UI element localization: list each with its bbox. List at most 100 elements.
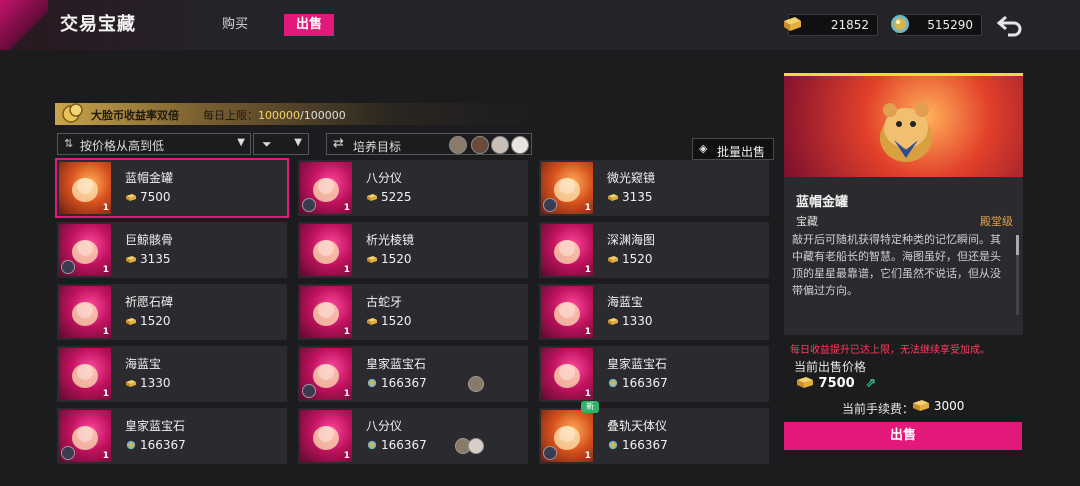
item-price: 1520: [366, 314, 412, 328]
item-quantity: 1: [584, 265, 591, 275]
filter-dropdown[interactable]: ⏷ ▼: [253, 133, 309, 155]
item-price: 5225: [366, 190, 412, 204]
item-source-icon: [61, 446, 75, 460]
back-arrow-icon: [996, 15, 1022, 37]
treasure-icon: [554, 240, 580, 264]
item-price-value: 166367: [381, 376, 427, 390]
gold-amount: 21852: [830, 18, 869, 32]
item-source-icon: [61, 260, 75, 274]
item-name: 皇家蓝宝石: [125, 419, 186, 433]
treasure-icon: [313, 240, 339, 264]
item-name: 叠轨天体仪: [607, 419, 668, 433]
item-card[interactable]: 1 皇家蓝宝石 166367: [539, 346, 769, 402]
item-card[interactable]: 1 海蓝宝 1330: [57, 346, 287, 402]
item-source-icon: [543, 198, 557, 212]
page-title: 交易宝藏: [60, 14, 136, 35]
item-name: 八分仪: [366, 419, 403, 433]
item-thumbnail: 1: [541, 162, 593, 214]
item-quantity: 1: [102, 265, 109, 275]
fee-value: 3000: [912, 398, 964, 413]
item-price: 3135: [125, 252, 171, 266]
filter-icon: ⏷: [262, 137, 272, 151]
fee-label: 当前手续费：: [842, 402, 915, 416]
item-quantity: 1: [343, 203, 350, 213]
item-thumbnail: 1: [59, 162, 111, 214]
item-price: 1520: [125, 314, 171, 328]
bonus-limit-max: 100000: [303, 109, 346, 122]
gold-bar-icon: [126, 256, 136, 263]
item-source-icon: [543, 446, 557, 460]
item-price: 3135: [607, 190, 653, 204]
detail-hero: [784, 73, 1023, 177]
detail-item-grade: 殿堂级: [980, 215, 1013, 228]
hamster-jar-icon: [880, 103, 932, 162]
item-name: 深渊海图: [607, 233, 656, 247]
item-quantity: 1: [584, 451, 591, 461]
item-name: 八分仪: [366, 171, 403, 185]
tab-sell[interactable]: 出售: [284, 14, 335, 36]
item-card[interactable]: 1 八分仪 166367: [298, 408, 528, 464]
item-card[interactable]: 1 微光窥镜 3135: [539, 160, 769, 216]
detail-item-name: 蓝帽金罐: [796, 195, 849, 210]
item-card[interactable]: 1 深渊海图 1520: [539, 222, 769, 278]
item-price: 166367: [607, 438, 668, 452]
top-bar: 交易宝藏 购买 出售 21852 515290: [0, 0, 1080, 50]
bonus-title: 大脸币收益率双倍: [91, 109, 179, 122]
item-card[interactable]: 1 析光棱镜 1520: [298, 222, 528, 278]
gold-bar-icon: [126, 318, 136, 325]
gold-bar-icon: [126, 380, 136, 387]
gold-bar-icon: [608, 318, 618, 325]
gold-bar-icon: [797, 377, 813, 388]
item-card[interactable]: 1 新叠轨天体仪 166367: [539, 401, 769, 464]
avatar[interactable]: [471, 136, 489, 154]
treasure-icon: [72, 364, 98, 388]
tab-buy[interactable]: 购买: [210, 14, 260, 36]
batch-sell-button[interactable]: ◈ 批量出售: [692, 138, 774, 160]
item-thumbnail: 1: [300, 410, 352, 462]
item-quantity: 1: [343, 451, 350, 461]
currency-gem: 515290: [891, 14, 982, 36]
sell-price-label: 当前出售价格: [794, 360, 867, 374]
item-name: 海蓝宝: [125, 357, 162, 371]
item-card[interactable]: 1 巨鲸骸骨 3135: [57, 222, 287, 278]
avatar[interactable]: [511, 136, 529, 154]
sort-icon: ⇅: [64, 137, 74, 150]
corner-accent: [0, 0, 48, 50]
bonus-limit-label: 每日上限：: [203, 109, 258, 122]
item-price-value: 5225: [381, 190, 412, 204]
gem-coin-icon: [126, 440, 136, 450]
item-card[interactable]: 1 蓝帽金罐 7500: [55, 158, 289, 218]
item-name: 皇家蓝宝石: [607, 357, 668, 371]
item-card[interactable]: 1 皇家蓝宝石 166367: [298, 346, 528, 402]
gem-coin-icon: [608, 378, 618, 388]
back-button[interactable]: [996, 12, 1024, 38]
item-card[interactable]: 1 古蛇牙 1520: [298, 284, 528, 340]
sort-dropdown[interactable]: ⇅ 按价格从高到低 ▼: [57, 133, 251, 155]
sell-button[interactable]: 出售: [784, 422, 1022, 450]
item-name: 海蓝宝: [607, 295, 644, 309]
description-scroll-thumb[interactable]: [1016, 235, 1019, 255]
training-target-selector[interactable]: ⇄ 培养目标: [326, 133, 532, 155]
item-price: 1520: [607, 252, 653, 266]
item-name: 析光棱镜: [366, 233, 415, 247]
item-card[interactable]: 1 祈愿石碑 1520: [57, 284, 287, 340]
item-thumbnail: 1: [300, 224, 352, 276]
sell-price-value: 7500 ⇗: [796, 375, 876, 391]
gem-amount: 515290: [927, 18, 973, 32]
item-thumbnail: 1: [59, 410, 111, 462]
item-card[interactable]: 1 皇家蓝宝石 166367: [57, 408, 287, 464]
detail-body: 蓝帽金罐 宝藏 殿堂级 敲开后可随机获得特定种类的记忆瞬间。其中藏有老船长的智慧…: [784, 177, 1023, 335]
sell-price-amount: 7500: [818, 376, 855, 391]
layers-icon: ◈: [699, 142, 708, 155]
avatar[interactable]: [491, 136, 509, 154]
item-quantity: 1: [343, 327, 350, 337]
item-price: 166367: [607, 376, 668, 390]
currency-gold: 21852: [784, 14, 878, 36]
training-target-label: 培养目标: [353, 140, 402, 154]
gold-bar-icon: [367, 194, 377, 201]
gold-bar-icon: [126, 194, 136, 201]
item-card[interactable]: 1 八分仪 5225: [298, 160, 528, 216]
avatar[interactable]: [449, 136, 467, 154]
item-price: 1330: [607, 314, 653, 328]
item-card[interactable]: 1 海蓝宝 1330: [539, 284, 769, 340]
